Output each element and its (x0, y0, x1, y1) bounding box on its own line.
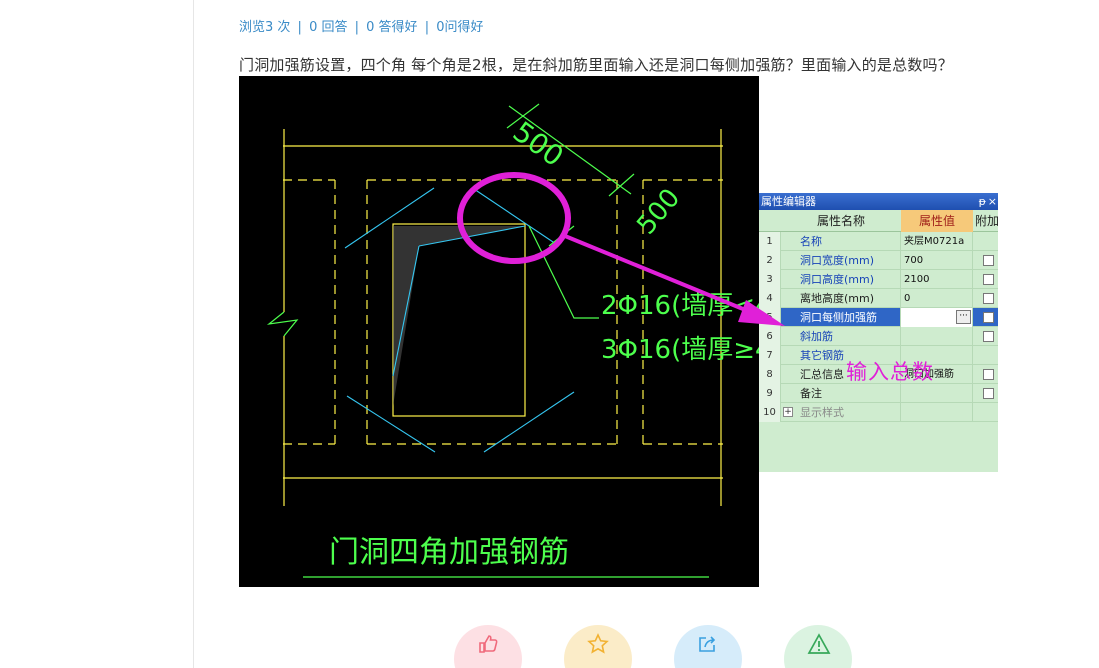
stats-separator: | (424, 20, 430, 35)
property-value[interactable] (901, 327, 973, 346)
property-value[interactable] (901, 384, 973, 403)
extra-checkbox[interactable] (983, 331, 994, 342)
property-value[interactable]: 0 (901, 289, 973, 308)
cad-drawing-image: 500 500 2Φ16(墙厚<400 3Φ16(墙厚≥400 门洞四角加强钢筋 (239, 76, 759, 587)
ellipsis-button[interactable]: ··· (956, 310, 971, 324)
property-row[interactable]: 9 备注 (759, 384, 998, 403)
property-table-header: 属性名称 属性值 附加 (759, 210, 998, 232)
column-header-name: 属性名称 (816, 214, 865, 228)
close-icon[interactable]: × (988, 193, 997, 210)
warning-icon (807, 633, 831, 654)
property-value[interactable]: 700 (901, 251, 973, 270)
row-number: 3 (759, 270, 781, 289)
property-name: 洞口宽度(mm) (781, 251, 901, 270)
property-name: 洞口高度(mm) (781, 270, 901, 289)
cad-note-line1: 2Φ16(墙厚<400 (601, 291, 759, 321)
annotation-text: 输入总数 (846, 360, 934, 384)
views-count: 浏览3 次 (239, 20, 291, 35)
row-number: 10 (759, 403, 781, 422)
cad-dim-top: 500 (507, 115, 570, 173)
share-button[interactable] (674, 625, 742, 668)
stats-separator: | (297, 20, 302, 35)
property-name: 名称 (781, 232, 901, 251)
property-editor-panel: 属性编辑器 ᵽ × 属性名称 属性值 附加 1 名称 夹层M0721a 2 洞口… (759, 193, 998, 472)
pin-icon[interactable]: ᵽ (979, 193, 986, 210)
cad-note-line2: 3Φ16(墙厚≥400 (601, 335, 759, 365)
question-stats: 浏览3 次 | 0 回答 | 0 答得好 | 0问得好 (239, 16, 484, 35)
property-name: 显示样式 (781, 403, 901, 422)
property-row[interactable]: 6 斜加筋 (759, 327, 998, 346)
row-number: 5 (759, 308, 781, 327)
favorite-button[interactable] (564, 625, 632, 668)
row-number: 1 (759, 232, 781, 251)
row-number: 2 (759, 251, 781, 270)
extra-checkbox[interactable] (983, 388, 994, 399)
row-number: 7 (759, 346, 781, 365)
answers-count[interactable]: 0 回答 (309, 20, 347, 35)
property-row[interactable]: 2 洞口宽度(mm) 700 (759, 251, 998, 270)
cad-caption: 门洞四角加强钢筋 (329, 535, 569, 570)
property-row[interactable]: 1 名称 夹层M0721a (759, 232, 998, 251)
thumbs-up-icon (479, 635, 498, 653)
extra-checkbox[interactable] (983, 369, 994, 380)
row-number: 6 (759, 327, 781, 346)
property-name: 离地高度(mm) (781, 289, 901, 308)
like-button[interactable] (454, 625, 522, 668)
cad-dim-right: 500 (631, 183, 686, 240)
report-button[interactable] (784, 625, 852, 668)
property-editor-title: 属性编辑器 (761, 195, 816, 208)
property-value[interactable]: 夹层M0721a (901, 232, 973, 251)
property-row[interactable]: 3 洞口高度(mm) 2100 (759, 270, 998, 289)
question-text: 门洞加强筋设置，四个角 每个角是2根，是在斜加筋里面输入还是洞口每侧加强筋？里面… (239, 56, 953, 74)
good-questions-count: 0问得好 (436, 20, 484, 35)
extra-checkbox[interactable] (983, 293, 994, 304)
property-editor-titlebar: 属性编辑器 ᵽ × (759, 193, 998, 210)
property-name: 斜加筋 (781, 327, 901, 346)
row-number: 9 (759, 384, 781, 403)
property-row[interactable]: 4 离地高度(mm) 0 (759, 289, 998, 308)
row-number: 4 (759, 289, 781, 308)
row-number: 8 (759, 365, 781, 384)
stats-separator: | (354, 20, 360, 35)
cad-drawing-svg: 500 500 2Φ16(墙厚<400 3Φ16(墙厚≥400 门洞四角加强钢筋 (266, 103, 759, 578)
extra-checkbox[interactable] (983, 274, 994, 285)
good-answers-count: 0 答得好 (366, 20, 418, 35)
extra-checkbox[interactable] (983, 255, 994, 266)
share-icon (699, 636, 716, 652)
property-value[interactable] (901, 403, 973, 422)
property-name: 备注 (781, 384, 901, 403)
column-header-extra: 附加 (975, 214, 998, 228)
property-name: 洞口每侧加强筋 (781, 308, 901, 327)
column-header-value: 属性值 (901, 210, 973, 232)
content-left-border (193, 0, 194, 668)
property-value[interactable]: 2100 (901, 270, 973, 289)
property-row[interactable]: 10 + 显示样式 (759, 403, 998, 422)
star-icon (587, 633, 609, 654)
extra-checkbox[interactable] (983, 312, 994, 323)
property-row-selected[interactable]: 5 洞口每侧加强筋 ··· (759, 308, 998, 327)
